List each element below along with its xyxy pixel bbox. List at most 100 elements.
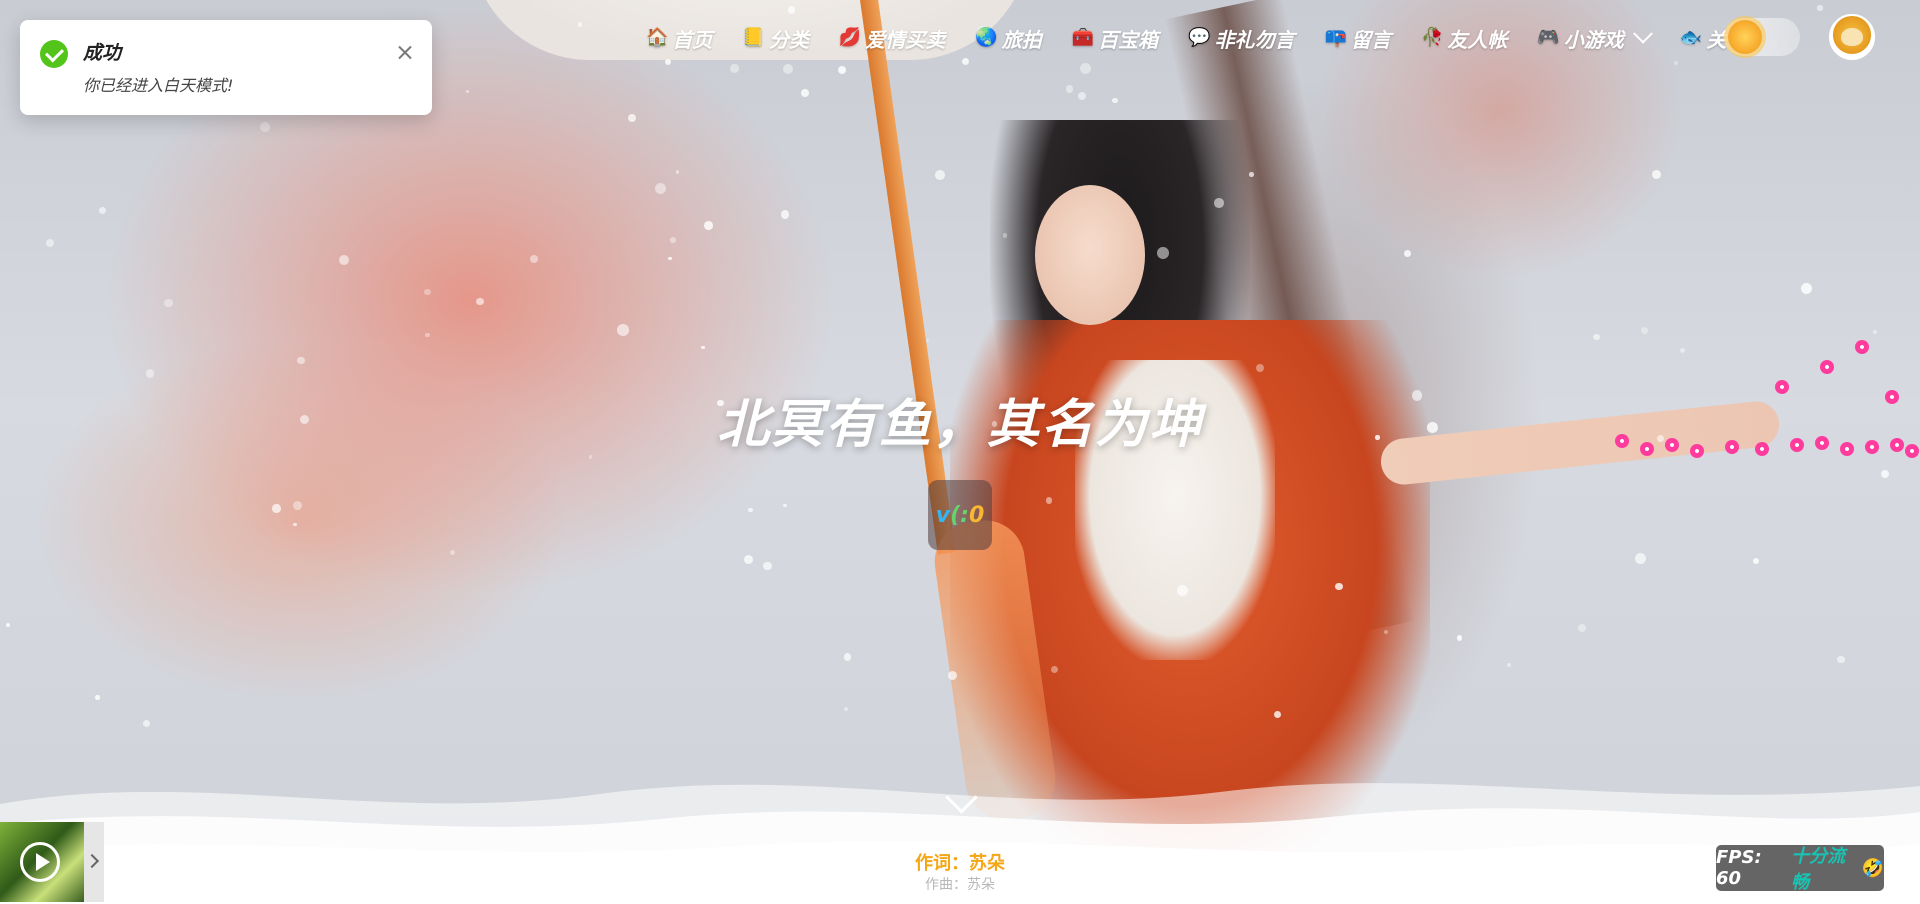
flower-sparkle xyxy=(1820,360,1834,374)
snowflake xyxy=(1065,85,1073,93)
nav-item-label: 首页 xyxy=(672,27,713,52)
snowflake xyxy=(763,561,772,570)
sun-icon xyxy=(1728,20,1762,54)
snowflake xyxy=(425,333,430,338)
chevron-down-icon xyxy=(1632,23,1653,44)
version-part: (: xyxy=(950,502,969,528)
snowflake xyxy=(844,707,849,712)
snowflake xyxy=(449,549,456,556)
snowflake xyxy=(259,121,270,132)
snowflake xyxy=(1157,246,1170,259)
nav-item-label: 小游戏 xyxy=(1563,27,1624,52)
snowflake xyxy=(293,523,297,527)
snowflake xyxy=(1880,470,1889,478)
avatar[interactable] xyxy=(1829,14,1875,60)
nav-item-label: 爱情买卖 xyxy=(865,27,946,52)
snowflake xyxy=(1214,198,1224,208)
theme-toggle[interactable] xyxy=(1724,18,1800,56)
snowflake xyxy=(1274,711,1281,718)
snowflake xyxy=(1817,5,1823,11)
snowflake xyxy=(654,183,666,195)
snowflake xyxy=(1837,655,1845,663)
nav-item-label: 友人帐 xyxy=(1447,27,1508,52)
fps-counter: FPS: 60 十分流畅 🤣 xyxy=(1716,845,1884,893)
nav-item-friends[interactable]: 🥀 友人帐 xyxy=(1421,24,1507,53)
snowflake xyxy=(787,6,796,14)
snowflake xyxy=(1079,62,1092,74)
version-part: v xyxy=(935,502,951,528)
toast-title: 成功 xyxy=(83,42,122,64)
snowflake xyxy=(925,339,929,343)
check-circle-icon xyxy=(40,40,68,68)
top-nav: 🏠 首页 📒 分类 💋 爱情买卖 🌏 旅拍 🧰 百宝箱 💬 非礼勿言 📪 留言 … xyxy=(646,14,1746,62)
snowflake xyxy=(1077,91,1086,100)
snowflake xyxy=(675,170,680,174)
nav-item-label: 非礼勿言 xyxy=(1214,27,1295,52)
avatar-face xyxy=(1841,28,1863,46)
snowflake xyxy=(1456,635,1463,641)
flower-sparkle xyxy=(1855,340,1869,354)
nav-item-talk[interactable]: 💬 非礼勿言 xyxy=(1188,24,1294,53)
snowflake xyxy=(1679,348,1685,354)
figure-face xyxy=(1035,185,1145,325)
snowflake xyxy=(668,256,672,261)
fps-value: FPS: 60 xyxy=(1716,847,1762,889)
umbrella-pole xyxy=(860,0,956,555)
snowflake xyxy=(934,170,945,180)
nav-item-label: 留言 xyxy=(1350,27,1391,52)
nav-item-home[interactable]: 🏠 首页 xyxy=(646,24,712,53)
snowflake xyxy=(466,90,470,94)
snowflake xyxy=(747,507,753,513)
snowflake xyxy=(704,221,713,230)
snowflake xyxy=(1801,282,1813,294)
fps-status: 十分流畅 xyxy=(1791,846,1846,893)
snowflake xyxy=(617,324,629,336)
nav-item-label: 分类 xyxy=(768,27,809,52)
lyric-line: 作词：苏朵 xyxy=(915,853,1005,874)
snowflake xyxy=(670,237,676,243)
snowflake xyxy=(627,113,636,122)
version-badge: v (: 0 xyxy=(928,480,992,550)
snowflake xyxy=(5,622,11,628)
lips-icon: 💋 xyxy=(838,27,862,48)
snowflake xyxy=(838,66,847,75)
scroll-down-icon[interactable] xyxy=(944,786,974,816)
snowflake xyxy=(843,653,852,661)
snowflake xyxy=(1634,553,1647,565)
nav-item-games[interactable]: 🎮 小游戏 xyxy=(1537,23,1653,53)
snowflake xyxy=(1652,170,1662,179)
snowflake xyxy=(730,64,739,73)
fish-icon: 🐟 xyxy=(1679,27,1703,48)
snowflake xyxy=(1249,172,1255,177)
snowflake xyxy=(1641,326,1649,334)
mailbox-icon: 📪 xyxy=(1324,27,1347,48)
snowflake xyxy=(476,297,484,305)
snowflake xyxy=(143,719,151,727)
snowflake xyxy=(530,255,538,264)
snowflake xyxy=(947,670,957,680)
speech-bubble-icon: 💬 xyxy=(1188,27,1211,48)
nav-item-label: 百宝箱 xyxy=(1098,27,1159,52)
nav-item-category[interactable]: 📒 分类 xyxy=(742,24,808,53)
nav-item-travel[interactable]: 🌏 旅拍 xyxy=(975,24,1041,53)
globe-icon: 🌏 xyxy=(975,27,998,48)
nav-item-label: 旅拍 xyxy=(1001,27,1042,52)
laughing-emoji-icon: 🤣 xyxy=(1861,857,1884,879)
rose-icon: 🥀 xyxy=(1420,27,1444,48)
gamepad-icon: 🎮 xyxy=(1537,27,1560,48)
snowflake xyxy=(292,500,302,510)
snowflake xyxy=(1752,557,1759,565)
success-toast: 成功 你已经进入白天模式! xyxy=(20,20,432,115)
nav-item-message[interactable]: 📪 留言 xyxy=(1325,24,1391,53)
toast-message: 你已经进入白天模式! xyxy=(83,76,234,95)
snowflake xyxy=(783,503,787,508)
hero-title: 北冥有鱼，其名为坤 xyxy=(716,395,1203,455)
snowflake xyxy=(297,357,305,365)
nav-item-love[interactable]: 💋 爱情买卖 xyxy=(839,24,945,53)
nav-item-toolbox[interactable]: 🧰 百宝箱 xyxy=(1072,24,1158,53)
snowflake xyxy=(145,368,155,378)
snowflake xyxy=(782,63,794,74)
close-icon[interactable] xyxy=(394,42,416,64)
snowflake xyxy=(780,210,789,219)
snowflake xyxy=(701,345,705,349)
